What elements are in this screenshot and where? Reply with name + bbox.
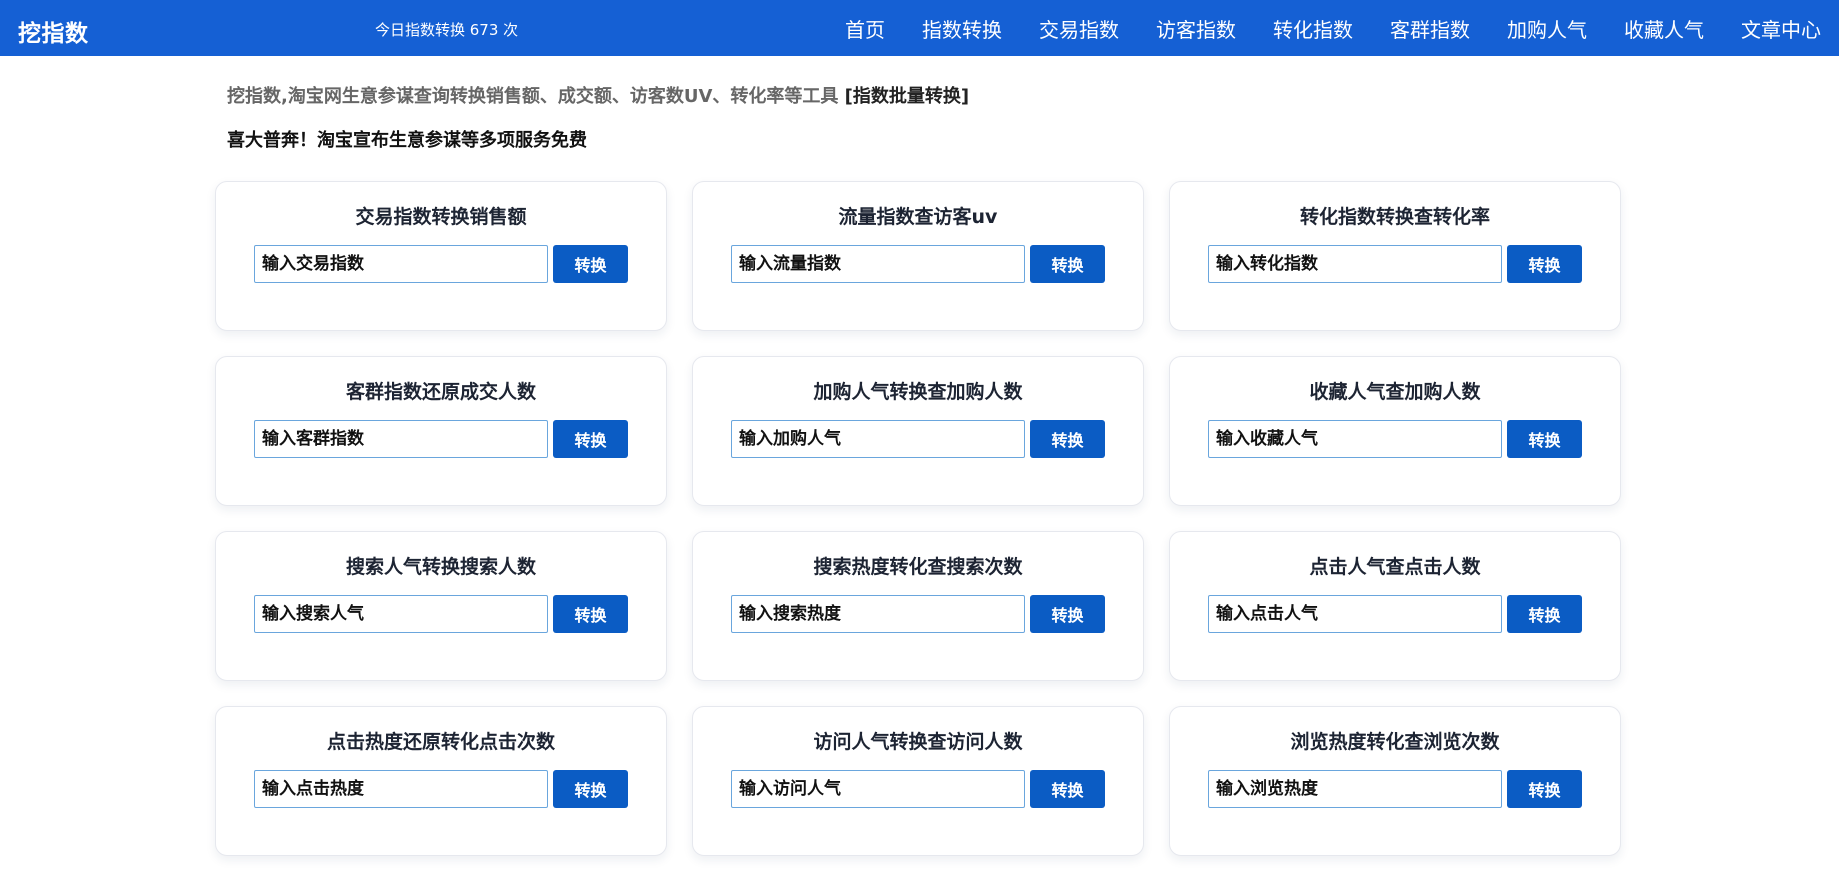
converter-card-click-popularity: 点击人气查点击人数 转换 [1169,531,1621,681]
card-title: 访问人气转换查访问人数 [813,731,1023,753]
intro-bracket-open: [ [844,86,853,107]
nav-item-home[interactable]: 首页 [845,14,885,43]
conversion-counter: 今日指数转换 673 次 [375,21,519,39]
nav-item-conversion-index[interactable]: 转化指数 [1273,14,1353,43]
traffic-index-input[interactable] [731,245,1025,283]
convert-button[interactable]: 转换 [1507,595,1582,633]
cart-popularity-input[interactable] [731,420,1025,458]
converter-card-browse-heat: 浏览热度转化查浏览次数 转换 [1169,706,1621,856]
convert-button[interactable]: 转换 [553,770,628,808]
conversion-index-input[interactable] [1208,245,1502,283]
nav-item-index-conversion[interactable]: 指数转换 [922,14,1002,43]
converter-card-cart: 加购人气转换查加购人数 转换 [692,356,1144,506]
card-title: 流量指数查访客uv [838,206,998,228]
favorite-popularity-input[interactable] [1208,420,1502,458]
nav-item-cart-popularity[interactable]: 加购人气 [1507,14,1587,43]
click-popularity-input[interactable] [1208,595,1502,633]
nav-item-customer-index[interactable]: 客群指数 [1390,14,1470,43]
converter-card-conversion: 转化指数转换查转化率 转换 [1169,181,1621,331]
intro-text: 挖指数,淘宝网生意参谋查询转换销售额、成交额、访客数UV、转化率等工具 [指数批… [227,82,969,108]
card-title: 客群指数还原成交人数 [345,381,536,403]
card-title: 转化指数转换查转化率 [1299,206,1490,228]
nav-item-favorite-popularity[interactable]: 收藏人气 [1624,14,1704,43]
search-heat-input[interactable] [731,595,1025,633]
convert-button[interactable]: 转换 [1030,245,1105,283]
card-title: 搜索热度转化查搜索次数 [813,556,1023,578]
card-title: 交易指数转换销售额 [355,206,527,228]
card-title: 收藏人气查加购人数 [1309,381,1481,403]
converter-card-click-heat: 点击热度还原转化点击次数 转换 [215,706,667,856]
convert-button[interactable]: 转换 [1030,420,1105,458]
card-title: 点击热度还原转化点击次数 [326,731,555,753]
converter-card-favorite: 收藏人气查加购人数 转换 [1169,356,1621,506]
visit-popularity-input[interactable] [731,770,1025,808]
nav-item-visitor-index[interactable]: 访客指数 [1156,14,1236,43]
batch-convert-link[interactable]: 指数批量转换 [853,86,961,107]
card-title: 浏览热度转化查浏览次数 [1290,731,1500,753]
trade-index-input[interactable] [254,245,548,283]
click-heat-input[interactable] [254,770,548,808]
convert-button[interactable]: 转换 [553,245,628,283]
card-title: 搜索人气转换搜索人数 [345,556,536,578]
customer-index-input[interactable] [254,420,548,458]
converter-card-search-popularity: 搜索人气转换搜索人数 转换 [215,531,667,681]
nav-item-trade-index[interactable]: 交易指数 [1039,14,1119,43]
card-title: 加购人气转换查加购人数 [813,381,1023,403]
nav-item-articles[interactable]: 文章中心 [1741,14,1821,43]
search-popularity-input[interactable] [254,595,548,633]
convert-button[interactable]: 转换 [1507,770,1582,808]
convert-button[interactable]: 转换 [553,595,628,633]
notice-text: 喜大普奔！淘宝宣布生意参谋等多项服务免费 [227,130,587,151]
top-navbar: 挖指数 今日指数转换 673 次 首页 指数转换 交易指数 访客指数 转化指数 … [0,0,1839,56]
browse-heat-input[interactable] [1208,770,1502,808]
intro-description: 挖指数,淘宝网生意参谋查询转换销售额、成交额、访客数UV、转化率等工具 [227,86,839,107]
converter-card-traffic: 流量指数查访客uv 转换 [692,181,1144,331]
intro-bracket-close: ] [960,86,970,107]
convert-button[interactable]: 转换 [553,420,628,458]
main-nav: 首页 指数转换 交易指数 访客指数 转化指数 客群指数 加购人气 收藏人气 文章… [808,0,1821,56]
convert-button[interactable]: 转换 [1507,420,1582,458]
converter-grid: 交易指数转换销售额 转换 流量指数查访客uv 转换 转化指数转换查转化率 转换 … [215,181,1621,856]
card-title: 点击人气查点击人数 [1309,556,1481,578]
converter-card-trade: 交易指数转换销售额 转换 [215,181,667,331]
convert-button[interactable]: 转换 [1507,245,1582,283]
convert-button[interactable]: 转换 [1030,770,1105,808]
converter-card-customer: 客群指数还原成交人数 转换 [215,356,667,506]
converter-card-search-heat: 搜索热度转化查搜索次数 转换 [692,531,1144,681]
convert-button[interactable]: 转换 [1030,595,1105,633]
site-logo[interactable]: 挖指数 [18,14,89,48]
converter-card-visit-popularity: 访问人气转换查访问人数 转换 [692,706,1144,856]
